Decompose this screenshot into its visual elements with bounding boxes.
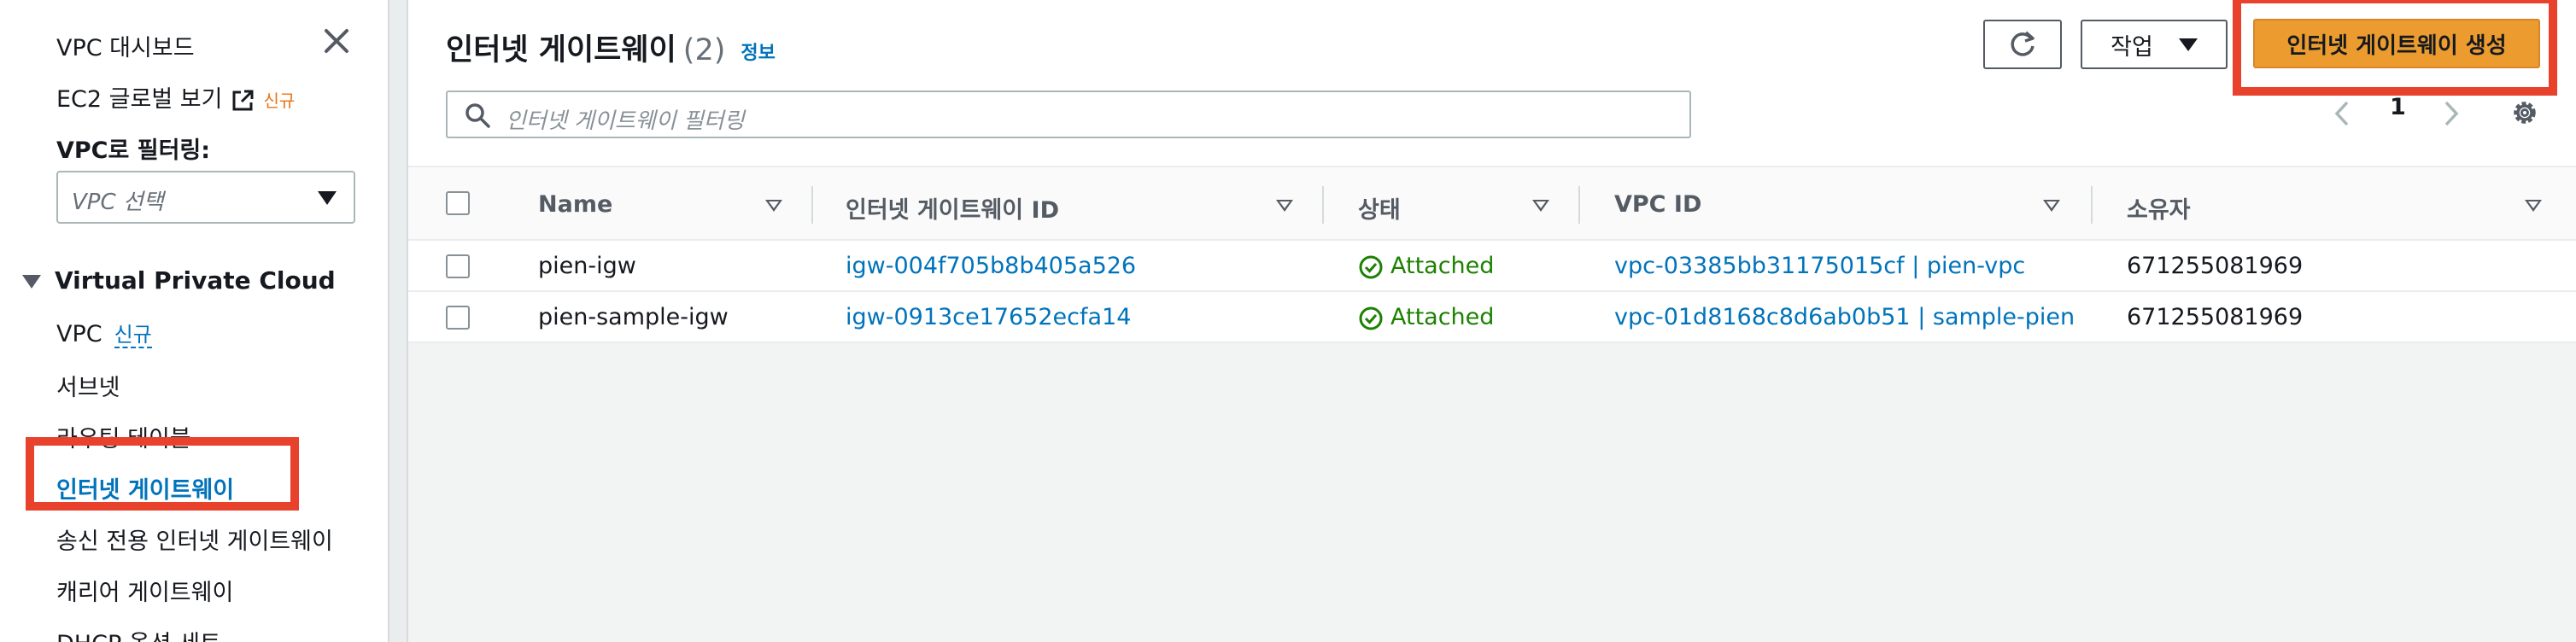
close-icon[interactable] [321, 26, 352, 56]
cell-name: pien-igw [538, 253, 636, 279]
column-divider[interactable] [811, 186, 813, 224]
sort-icon[interactable] [2525, 200, 2542, 212]
table-empty-area [408, 343, 2576, 642]
column-header-state[interactable]: 상태 [1358, 191, 1401, 225]
new-badge: 신규 [263, 90, 296, 111]
vpc-filter-select[interactable]: VPC 선택 [56, 171, 355, 224]
column-header-vpc-id[interactable]: VPC ID [1614, 191, 1701, 218]
state-text: Attached [1390, 253, 1495, 279]
cell-igw-id-link[interactable]: igw-004f705b8b405a526 [846, 253, 1136, 279]
info-link[interactable]: 정보 [741, 43, 775, 64]
state-text: Attached [1390, 304, 1495, 330]
search-input[interactable]: 인터넷 게이트웨이 필터링 [446, 90, 1691, 138]
table-header: Name 인터넷 게이트웨이 ID 상태 VPC ID 소유자 [408, 166, 2576, 241]
current-page[interactable]: 1 [2390, 94, 2406, 120]
page-title: 인터넷 게이트웨이 (2) 정보 [446, 26, 776, 69]
row-checkbox[interactable] [446, 306, 470, 330]
nav-item-vpc[interactable]: VPC 신규 [56, 318, 152, 348]
search-placeholder: 인터넷 게이트웨이 필터링 [506, 108, 745, 134]
gear-icon[interactable] [2509, 97, 2540, 128]
nav-ec2-global-view[interactable]: EC2 글로벌 보기 신규 [56, 80, 295, 114]
sort-icon[interactable] [1276, 200, 1293, 212]
select-all-checkbox[interactable] [446, 191, 470, 215]
chevron-right-icon[interactable] [2441, 99, 2462, 128]
nav-section-virtual-private-cloud[interactable]: Virtual Private Cloud [22, 266, 336, 295]
table-row[interactable]: pien-sample-igw igw-0913ce17652ecfa14 At… [408, 292, 2576, 343]
column-header-owner[interactable]: 소유자 [2127, 191, 2191, 225]
sort-icon[interactable] [765, 200, 782, 212]
resource-count: (2) [682, 33, 726, 67]
cell-vpc-id-link[interactable]: vpc-01d8168c8d6ab0b51 | sample-pien [1614, 304, 2075, 330]
vpc-filter-placeholder: VPC 선택 [72, 190, 164, 215]
sort-icon[interactable] [2043, 200, 2060, 212]
nav-item-subnets[interactable]: 서브넷 [56, 369, 120, 402]
sort-icon[interactable] [1532, 200, 1549, 212]
cell-state: Attached [1358, 253, 1494, 280]
column-divider[interactable] [1578, 186, 1580, 224]
column-header-name[interactable]: Name [538, 191, 612, 218]
external-link-icon [232, 90, 254, 110]
cell-igw-id-link[interactable]: igw-0913ce17652ecfa14 [846, 304, 1131, 330]
nav-item-label: VPC [56, 321, 102, 347]
page-title-text: 인터넷 게이트웨이 [446, 33, 676, 67]
highlight-box [2233, 0, 2557, 96]
nav-section-title: Virtual Private Cloud [55, 266, 336, 295]
chevron-left-icon[interactable] [2332, 99, 2352, 128]
caret-down-icon [318, 191, 337, 205]
vpc-filter-label: VPC로 필터링: [56, 137, 211, 164]
nav-item-egress-only-igw[interactable]: 송신 전용 인터넷 게이트웨이 [56, 522, 333, 556]
actions-button[interactable]: 작업 [2081, 20, 2228, 69]
nav-item-dhcp-option-sets[interactable]: DHCP 옵션 세트 [56, 625, 221, 642]
row-checkbox[interactable] [446, 254, 470, 278]
cell-owner: 671255081969 [2127, 304, 2304, 330]
nav-item-carrier-gateways[interactable]: 캐리어 게이트웨이 [56, 574, 233, 607]
nav-vpc-dashboard[interactable]: VPC 대시보드 [56, 29, 195, 62]
side-navigation: VPC 대시보드 EC2 글로벌 보기 신규 VPC로 필터링: VPC 선택 … [0, 0, 388, 642]
search-icon [465, 103, 490, 128]
actions-label: 작업 [2111, 33, 2153, 61]
table-row[interactable]: pien-igw igw-004f705b8b405a526 Attached … [408, 241, 2576, 292]
cell-state: Attached [1358, 304, 1494, 331]
cell-name: pien-sample-igw [538, 304, 729, 330]
check-circle-icon [1359, 255, 1383, 278]
column-header-igw-id[interactable]: 인터넷 게이트웨이 ID [846, 191, 1059, 225]
caret-down-icon [2178, 38, 2198, 51]
refresh-icon [2011, 31, 2034, 56]
highlight-box [26, 437, 299, 511]
refresh-button[interactable] [1983, 20, 2062, 69]
cell-vpc-id-link[interactable]: vpc-03385bb31175015cf | pien-vpc [1614, 253, 2025, 279]
column-divider[interactable] [1322, 186, 1324, 224]
new-badge: 신규 [114, 323, 152, 348]
sidebar-resize-handle[interactable] [388, 0, 408, 642]
column-divider[interactable] [2091, 186, 2093, 224]
caret-down-icon [22, 275, 41, 289]
cell-owner: 671255081969 [2127, 253, 2304, 279]
check-circle-icon [1359, 306, 1383, 330]
nav-ec2-global-view-label: EC2 글로벌 보기 [56, 86, 223, 113]
